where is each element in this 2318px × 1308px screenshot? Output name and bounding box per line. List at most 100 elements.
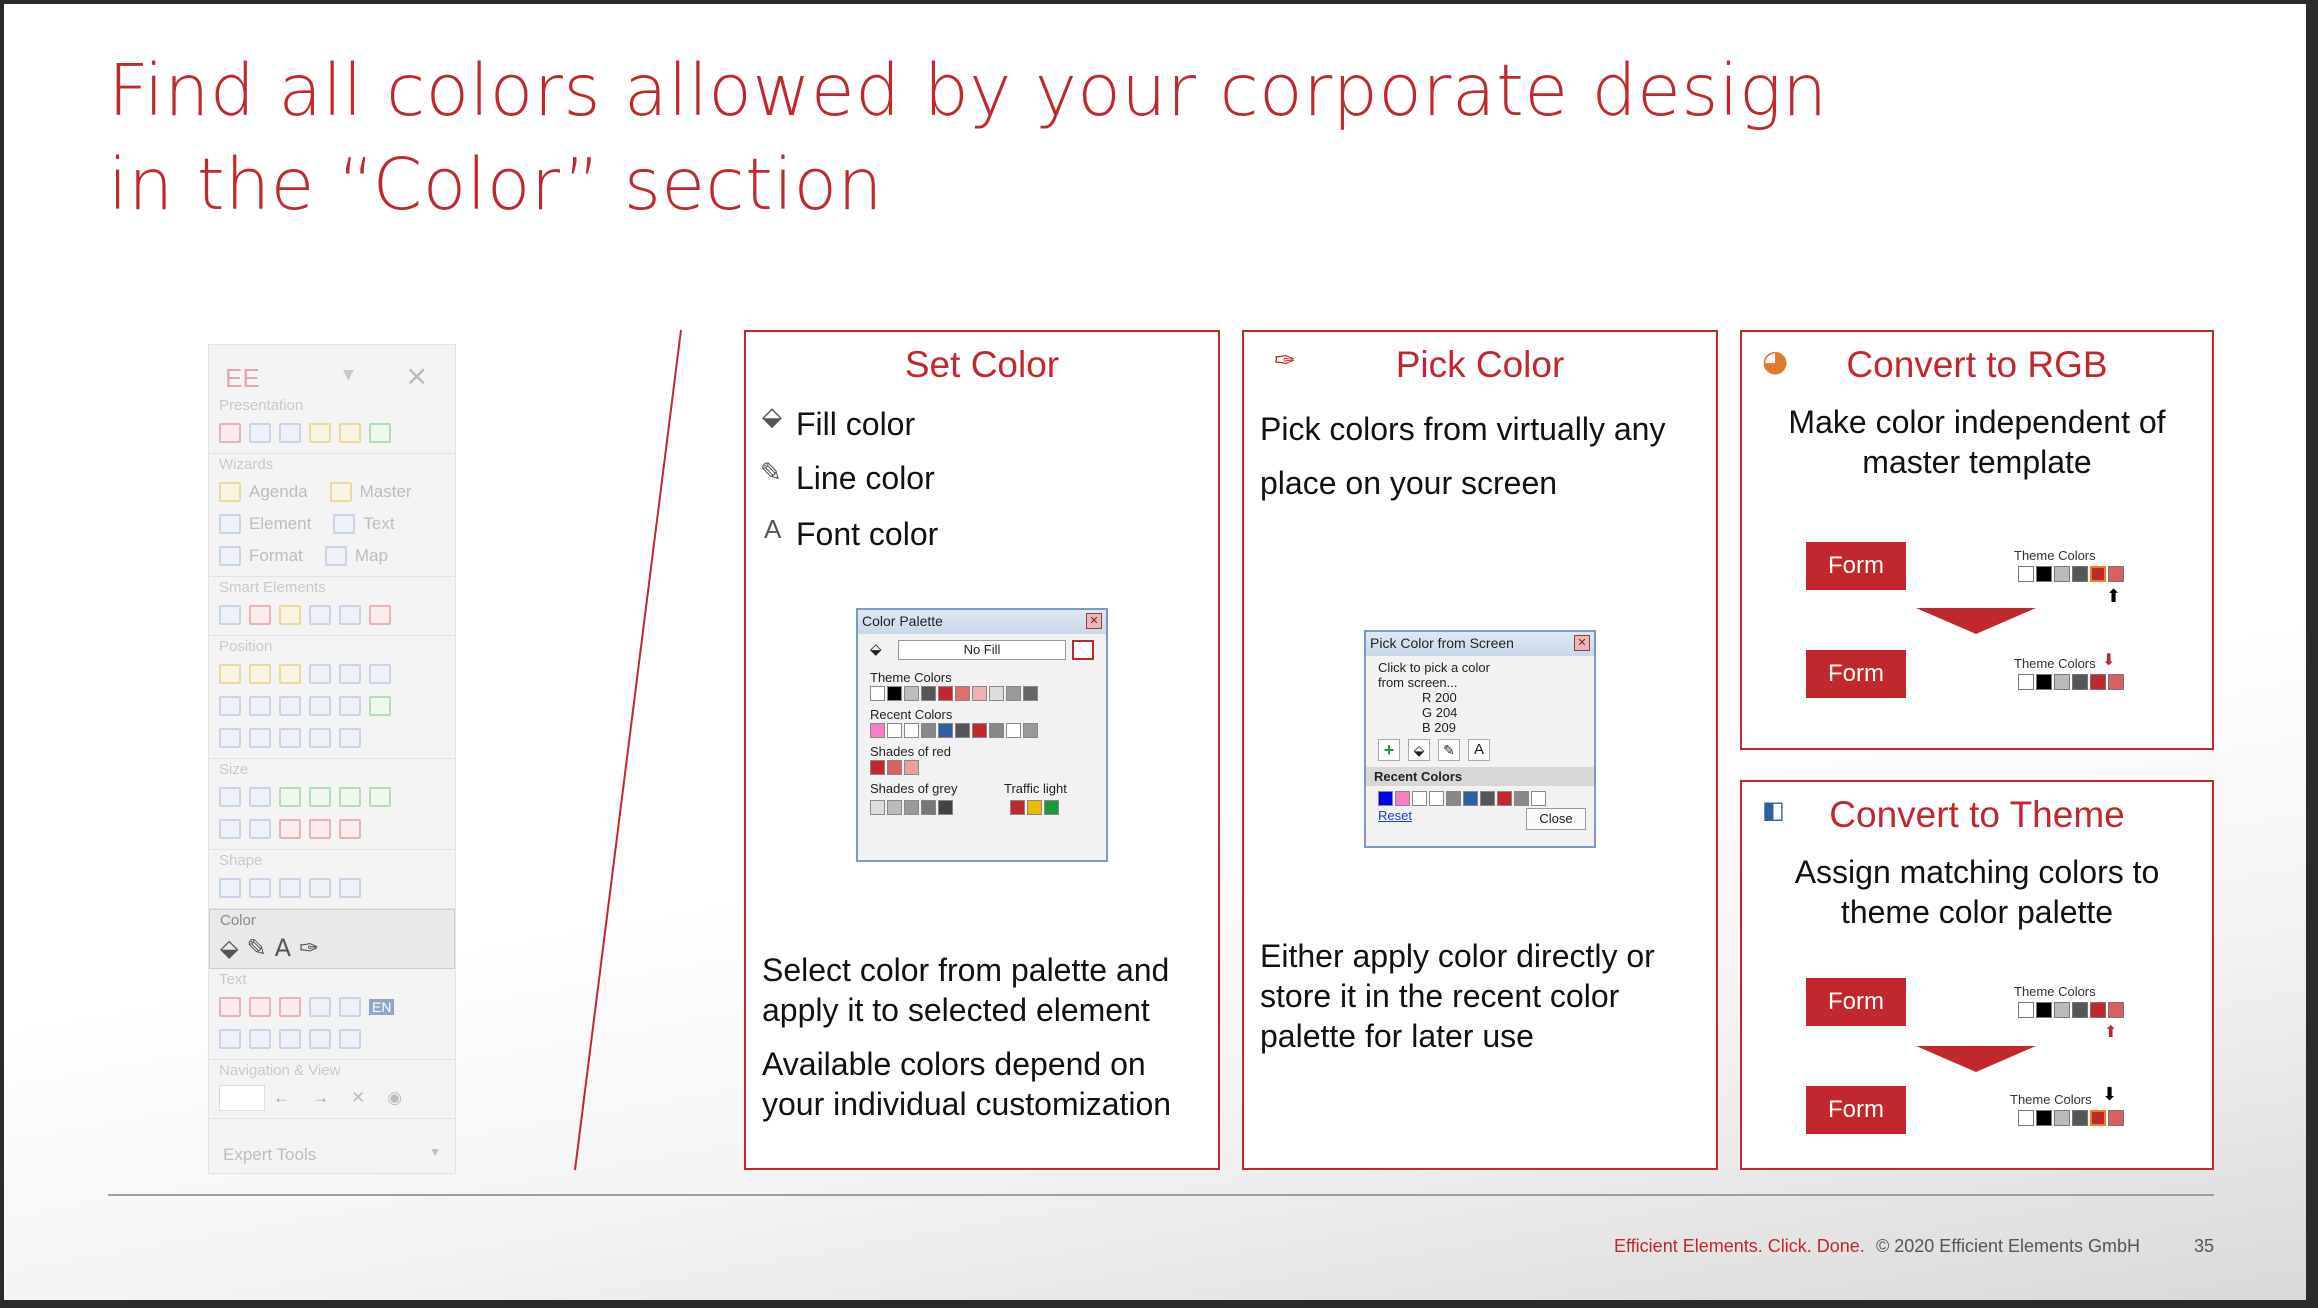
line-color-icon[interactable]: ✎ xyxy=(246,934,266,962)
align-left-icon[interactable] xyxy=(219,664,241,684)
format-button[interactable]: Format xyxy=(249,546,303,566)
close-button[interactable]: Close xyxy=(1526,808,1586,831)
master-icon[interactable] xyxy=(329,482,352,502)
align-bottom-icon[interactable] xyxy=(369,664,391,684)
theme-colors-label: Theme Colors xyxy=(2010,1092,2092,1107)
form-shape-before: Form xyxy=(1806,978,1906,1026)
master-button[interactable]: Master xyxy=(360,482,412,502)
chevron-shape-icon[interactable] xyxy=(249,878,271,898)
element-button[interactable]: Element xyxy=(249,514,311,534)
snap-icon[interactable] xyxy=(339,696,361,716)
traffic-light-icon[interactable] xyxy=(279,605,301,625)
fill-color-icon[interactable]: ⬙ xyxy=(220,934,238,962)
fill-color-icon[interactable]: ⬙ xyxy=(1408,739,1430,761)
grey-and-traffic-swatches xyxy=(858,799,1106,816)
stack-icon[interactable] xyxy=(279,696,301,716)
fit-width-icon[interactable] xyxy=(279,787,301,807)
text-icon[interactable] xyxy=(333,514,356,534)
mail-icon[interactable] xyxy=(309,423,331,443)
ee-icon[interactable] xyxy=(219,423,241,443)
reset-link[interactable]: Reset xyxy=(1378,808,1412,823)
eraser-icon[interactable] xyxy=(1072,640,1094,660)
curve-icon[interactable] xyxy=(339,878,361,898)
shrink-icon[interactable] xyxy=(369,787,391,807)
footer-divider xyxy=(108,1194,2214,1196)
add-icon[interactable]: + xyxy=(1378,739,1400,761)
arrow-crossed-icon: ⬆ xyxy=(2104,1022,2118,1041)
resize-corner-icon[interactable] xyxy=(279,819,301,839)
table-icon[interactable] xyxy=(369,696,391,716)
align-middle-icon[interactable] xyxy=(339,664,361,684)
close-icon[interactable]: ✕ xyxy=(1574,635,1590,651)
outdent-icon[interactable] xyxy=(309,1029,331,1049)
indent-icon[interactable] xyxy=(279,1029,301,1049)
map-button[interactable]: Map xyxy=(355,546,388,566)
share-icon[interactable] xyxy=(339,423,361,443)
matrix-icon[interactable] xyxy=(309,728,331,748)
same-width-icon[interactable] xyxy=(219,787,241,807)
tab-shape-icon[interactable] xyxy=(279,878,301,898)
distribute-v-icon[interactable] xyxy=(249,696,271,716)
agenda-icon[interactable] xyxy=(219,482,241,502)
align-center-icon[interactable] xyxy=(249,664,271,684)
globe-icon[interactable] xyxy=(324,546,347,566)
dialog-title: Pick Color from Screen xyxy=(1370,635,1514,651)
spacing-icon[interactable] xyxy=(339,1029,361,1049)
align-right-icon[interactable] xyxy=(279,664,301,684)
chevron-down-icon[interactable]: ▼ xyxy=(343,367,354,383)
check-icon[interactable] xyxy=(369,423,391,443)
traffic-light-label: Traffic light xyxy=(1004,781,1067,797)
forward-arrow-icon[interactable]: → xyxy=(312,1088,329,1108)
text-expand-icon[interactable] xyxy=(249,997,271,1017)
text-merge-icon[interactable] xyxy=(339,997,361,1017)
no-fill-button[interactable]: No Fill xyxy=(898,640,1066,660)
hide-icon[interactable]: ✕ xyxy=(351,1088,365,1108)
eyedropper-icon[interactable]: ✑ xyxy=(299,934,319,962)
ribbon-section-size: Size xyxy=(209,759,455,850)
star-icon[interactable] xyxy=(339,605,361,625)
close-icon[interactable]: × xyxy=(405,359,428,392)
close-icon[interactable]: ✕ xyxy=(1086,613,1102,629)
flip-icon[interactable] xyxy=(309,878,331,898)
language-en-button[interactable]: EN xyxy=(369,999,395,1015)
text-box-icon[interactable] xyxy=(279,997,301,1017)
grid-icon[interactable] xyxy=(309,696,331,716)
numbering-icon[interactable] xyxy=(249,1029,271,1049)
save-icon[interactable] xyxy=(249,423,271,443)
agenda-button[interactable]: Agenda xyxy=(249,482,308,502)
group-icon[interactable] xyxy=(249,728,271,748)
expert-tools-dropdown[interactable]: Expert Tools ▼ xyxy=(209,1137,455,1173)
chart-icon[interactable] xyxy=(219,605,241,625)
swap-icon[interactable] xyxy=(219,728,241,748)
pie-icon[interactable] xyxy=(249,605,271,625)
view-icon[interactable]: ◉ xyxy=(387,1088,402,1108)
theme-colors-label: Theme Colors xyxy=(2014,656,2096,671)
text-button[interactable]: Text xyxy=(363,514,394,534)
resize-edge-icon[interactable] xyxy=(309,819,331,839)
arrow-shape-icon[interactable] xyxy=(219,878,241,898)
autofit-icon[interactable] xyxy=(249,819,271,839)
recent-colors-swatches xyxy=(858,722,1106,739)
navigation-input[interactable] xyxy=(219,1085,265,1111)
back-arrow-icon[interactable]: ← xyxy=(273,1088,290,1108)
text-split-icon[interactable] xyxy=(309,997,331,1017)
frame-icon[interactable] xyxy=(339,728,361,748)
align-top-icon[interactable] xyxy=(309,664,331,684)
slider-icon[interactable] xyxy=(309,605,331,625)
fit-height-icon[interactable] xyxy=(309,787,331,807)
number-icon[interactable] xyxy=(369,605,391,625)
expand-icon[interactable] xyxy=(219,819,241,839)
format-icon[interactable] xyxy=(219,546,241,566)
distribute-h-icon[interactable] xyxy=(219,696,241,716)
same-height-icon[interactable] xyxy=(249,787,271,807)
bullets-icon[interactable] xyxy=(219,1029,241,1049)
stretch-icon[interactable] xyxy=(339,787,361,807)
resize-free-icon[interactable] xyxy=(339,819,361,839)
order-icon[interactable] xyxy=(279,728,301,748)
text-margin-icon[interactable] xyxy=(219,997,241,1017)
element-icon[interactable] xyxy=(219,514,241,534)
font-color-icon[interactable]: A xyxy=(1468,739,1490,761)
save-as-icon[interactable] xyxy=(279,423,301,443)
line-color-icon[interactable]: ✎ xyxy=(1438,739,1460,761)
font-color-icon[interactable]: A xyxy=(275,934,291,962)
